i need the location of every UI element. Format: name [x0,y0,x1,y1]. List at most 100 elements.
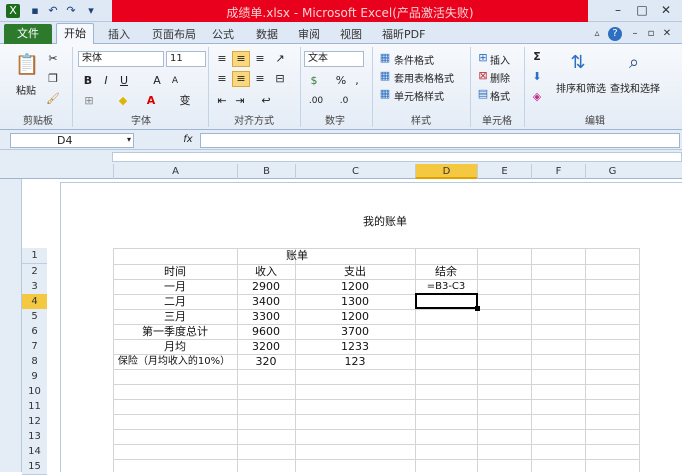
row-header[interactable]: 8 [22,354,47,370]
row-header[interactable]: 4 [22,294,47,310]
column-header-g[interactable]: G [585,164,639,179]
tab-formulas[interactable]: 公式 [212,27,234,43]
row-header[interactable]: 9 [22,369,47,385]
find-select-icon[interactable]: ⌕ [622,50,646,76]
cell-a[interactable]: 保险（月均收入的10%） [104,354,244,369]
redo-icon[interactable]: ↷ [64,4,78,18]
doc-minimize-icon[interactable]: – [628,27,642,41]
row-header[interactable]: 6 [22,324,47,340]
fill-handle[interactable] [475,306,480,311]
cell-a[interactable]: 时间 [113,264,237,279]
tab-view[interactable]: 视图 [340,27,362,43]
column-header-a[interactable]: A [113,164,237,179]
phonetic-icon[interactable]: 变 [178,94,192,108]
doc-restore-icon[interactable]: ▫ [644,27,658,41]
tab-foxit-pdf[interactable]: 福昕PDF [382,27,425,43]
paste-icon[interactable]: 📋 [14,50,40,78]
format-cells-button[interactable]: 格式 [490,88,510,103]
ribbon-minimize-icon[interactable]: ▵ [590,27,604,41]
align-center-icon[interactable]: ≡ [232,71,250,87]
help-icon[interactable]: ? [608,27,622,41]
cell-b[interactable]: 9600 [237,324,295,339]
decrease-indent-icon[interactable]: ⇤ [214,94,230,108]
insert-cells-button[interactable]: 插入 [490,52,510,67]
font-size-select[interactable]: 11 [166,51,206,67]
merge-center-icon[interactable]: ⊟ [272,72,288,86]
customize-quick-access-icon[interactable]: ▾ [84,4,98,18]
sort-filter-icon[interactable]: ⇅ [566,50,590,76]
row-header[interactable]: 5 [22,309,47,325]
number-format-select[interactable]: 文本 [304,51,364,67]
format-as-table-button[interactable]: 套用表格格式 [394,70,454,85]
cell-b[interactable]: 320 [237,354,295,369]
cell-b[interactable]: 3200 [237,339,295,354]
increase-decimal-icon[interactable]: .00 [306,94,326,108]
delete-cells-button[interactable]: 删除 [490,70,510,85]
decrease-decimal-icon[interactable]: .0 [334,94,354,108]
insert-function-button[interactable]: fx [180,133,196,147]
cell-a[interactable]: 第一季度总计 [113,324,237,339]
cell-a[interactable]: 一月 [113,279,237,294]
cell-b[interactable]: 2900 [237,279,295,294]
cell-b[interactable]: 3300 [237,309,295,324]
row-header[interactable]: 1 [22,248,47,264]
cell-b[interactable]: 收入 [237,264,295,279]
comma-icon[interactable]: , [350,74,364,88]
cell-title[interactable]: 账单 [237,248,357,263]
border-icon[interactable]: ⊞ [82,94,96,108]
bold-button[interactable]: B [82,74,94,88]
row-header[interactable]: 15 [22,459,47,475]
name-box[interactable]: D4 [10,133,134,148]
tab-home[interactable]: 开始 [56,23,94,45]
find-select-button[interactable]: 查找和选择 [610,80,660,95]
fill-icon[interactable]: ⬇ [530,70,544,84]
minimize-icon[interactable]: – [608,2,628,18]
fill-color-icon[interactable]: ◆ [116,94,130,108]
tab-file[interactable]: 文件 [4,24,52,44]
currency-icon[interactable]: $ [306,74,322,88]
font-name-select[interactable]: 宋体 [78,51,164,67]
sort-filter-button[interactable]: 排序和筛选 [556,80,606,95]
tab-data[interactable]: 数据 [256,27,278,43]
grow-font-icon[interactable]: A [150,74,164,88]
cell-c[interactable]: 1200 [295,279,415,294]
close-icon[interactable]: ✕ [656,2,676,18]
conditional-format-button[interactable]: 条件格式 [394,52,434,67]
column-header-c[interactable]: C [295,164,415,179]
orientation-icon[interactable]: ↗ [272,52,288,66]
format-painter-icon[interactable]: 🖌 [46,92,60,106]
tab-page-layout[interactable]: 页面布局 [152,27,196,43]
align-bottom-icon[interactable]: ≡ [252,52,268,66]
increase-indent-icon[interactable]: ⇥ [232,94,248,108]
align-middle-icon[interactable]: ≡ [232,51,250,67]
tab-review[interactable]: 审阅 [298,27,320,43]
cell-a[interactable]: 月均 [113,339,237,354]
cell-a[interactable]: 三月 [113,309,237,324]
row-header[interactable]: 14 [22,444,47,460]
autosum-button[interactable]: Σ [530,50,544,64]
cell-d[interactable]: 结余 [415,264,477,279]
row-header[interactable]: 3 [22,279,47,295]
cell-d[interactable]: =B3-C3 [415,279,477,294]
font-color-icon[interactable]: A [144,94,158,108]
column-header-d[interactable]: D [415,164,477,179]
cell-c[interactable]: 3700 [295,324,415,339]
clear-icon[interactable]: ◈ [530,90,544,104]
column-header-e[interactable]: E [477,164,531,179]
active-cell-d4[interactable] [415,293,478,309]
row-header[interactable]: 11 [22,399,47,415]
cell-b[interactable]: 3400 [237,294,295,309]
align-top-icon[interactable]: ≡ [214,52,230,66]
cell-c[interactable]: 1233 [295,339,415,354]
column-header-f[interactable]: F [531,164,585,179]
row-header[interactable]: 7 [22,339,47,355]
column-header-b[interactable]: B [237,164,295,179]
cell-c[interactable]: 1200 [295,309,415,324]
maximize-icon[interactable]: □ [632,2,652,18]
cell-c[interactable]: 支出 [295,264,415,279]
paste-label[interactable]: 粘贴 [16,82,36,97]
row-header[interactable]: 10 [22,384,47,400]
percent-button[interactable]: % [334,74,348,88]
name-box-dropdown-icon[interactable]: ▾ [124,133,134,147]
formula-input[interactable] [200,133,680,148]
